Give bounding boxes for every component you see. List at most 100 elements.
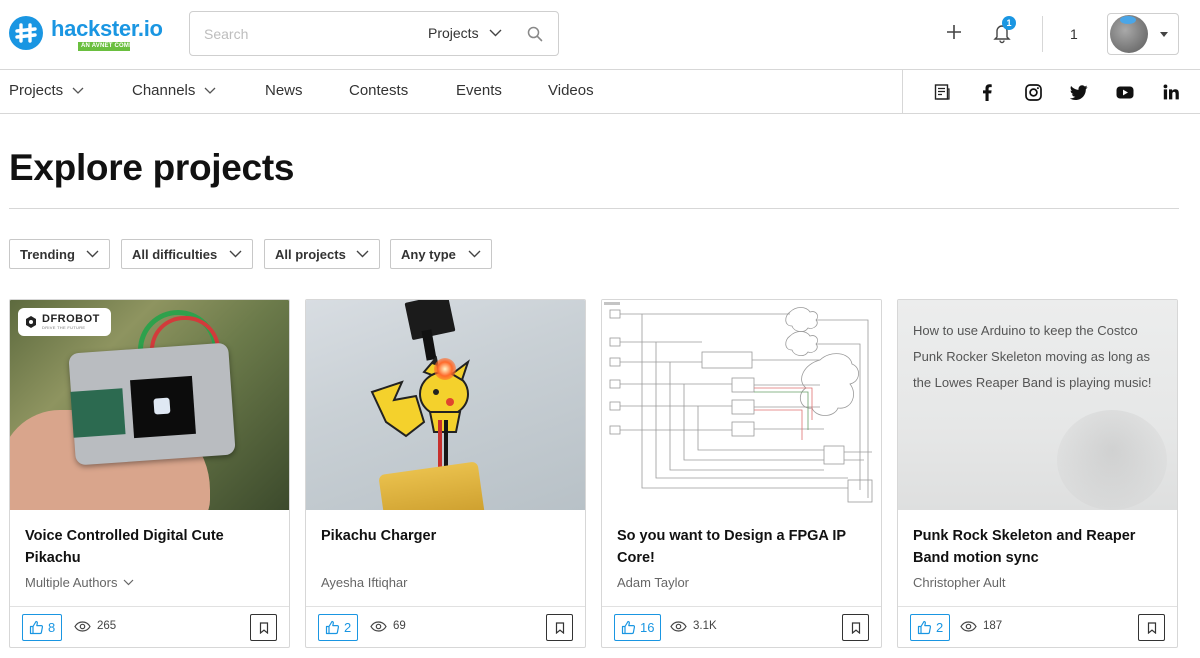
- project-author[interactable]: Adam Taylor: [617, 575, 689, 590]
- nav-item-contests[interactable]: Contests: [349, 82, 408, 99]
- search-scope-label: Projects: [428, 25, 479, 41]
- newsletter-icon[interactable]: [932, 82, 952, 102]
- chevron-down-icon: [204, 87, 216, 94]
- project-thumbnail[interactable]: How to use Arduino to keep the Costco Pu…: [898, 300, 1177, 510]
- dfrobot-badge-subtext: DRIVE THE FUTURE: [42, 325, 86, 330]
- like-button[interactable]: 16: [614, 614, 662, 641]
- type-filter-dropdown[interactable]: Any type: [390, 239, 492, 269]
- project-card: DFROBOT DRIVE THE FUTURE Voice Controlle…: [9, 299, 290, 648]
- chevron-down-icon: [468, 250, 481, 258]
- views-value: 3.1K: [693, 620, 717, 632]
- search-icon[interactable]: [526, 25, 544, 43]
- like-count: 8: [48, 620, 56, 635]
- like-button[interactable]: 8: [22, 614, 63, 641]
- logo-tagline: AN AVNET COMMUNITY: [78, 42, 153, 51]
- nav-item-label: Channels: [132, 82, 196, 99]
- project-thumbnail[interactable]: [602, 300, 881, 510]
- bookmark-button[interactable]: [250, 614, 277, 641]
- facebook-icon[interactable]: [977, 82, 997, 102]
- views-value: 69: [393, 620, 406, 632]
- project-author[interactable]: Christopher Ault: [913, 575, 1006, 590]
- project-thumbnail[interactable]: DFROBOT DRIVE THE FUTURE: [10, 300, 289, 510]
- reputation-count[interactable]: 1: [1070, 26, 1078, 42]
- search-bar: Projects: [189, 11, 559, 56]
- project-title[interactable]: Voice Controlled Digital Cute Pikachu: [25, 525, 275, 569]
- sort-filter-dropdown[interactable]: Trending: [9, 239, 110, 269]
- dfrobot-logo-icon: [24, 315, 38, 329]
- notification-badge: 1: [1002, 16, 1016, 30]
- header-divider: [1042, 16, 1043, 52]
- bookmark-icon: [1147, 621, 1156, 634]
- nav-item-label: Projects: [9, 82, 64, 99]
- thumbs-up-icon: [621, 620, 636, 635]
- project-scope-filter-dropdown[interactable]: All projects: [264, 239, 380, 269]
- project-summary: How to use Arduino to keep the Costco Pu…: [913, 323, 1152, 390]
- bookmark-button[interactable]: [546, 614, 573, 641]
- fpga-block-diagram: [604, 302, 873, 503]
- filter-label: All projects: [275, 246, 346, 262]
- bookmark-button[interactable]: [1138, 614, 1165, 641]
- thumbnail-detail: [1057, 410, 1167, 510]
- author-name: Multiple Authors: [25, 575, 118, 590]
- like-button[interactable]: 2: [318, 614, 359, 641]
- chevron-down-icon: [86, 250, 99, 258]
- views-value: 265: [97, 620, 117, 632]
- views-value: 187: [983, 620, 1003, 632]
- dfrobot-badge-text: DFROBOT: [42, 313, 100, 325]
- add-icon[interactable]: [944, 22, 964, 42]
- chevron-down-icon: [489, 29, 502, 37]
- bookmark-button[interactable]: [842, 614, 869, 641]
- avatar: [1110, 15, 1148, 53]
- project-card: So you want to Design a FPGA IP Core! Ad…: [601, 299, 882, 648]
- thumbs-up-icon: [917, 620, 932, 635]
- search-input[interactable]: [204, 24, 404, 44]
- search-scope-dropdown[interactable]: Projects: [428, 25, 502, 41]
- instagram-icon[interactable]: [1023, 82, 1043, 102]
- bookmark-icon: [259, 621, 268, 634]
- view-count: 265: [74, 620, 116, 632]
- eye-icon: [74, 620, 91, 632]
- eye-icon: [370, 620, 387, 632]
- linkedin-icon[interactable]: [1161, 82, 1181, 102]
- thumbnail-detail: [370, 355, 470, 438]
- hackster-logo[interactable]: hackster.io AN AVNET COMMUNITY: [9, 16, 163, 51]
- thumbs-up-icon: [325, 620, 340, 635]
- like-count: 2: [344, 620, 352, 635]
- nav-item-videos[interactable]: Videos: [548, 82, 594, 99]
- nav-item-news[interactable]: News: [265, 82, 303, 99]
- twitter-icon[interactable]: [1069, 82, 1089, 102]
- chevron-down-icon: [123, 579, 133, 586]
- eye-icon: [670, 620, 687, 632]
- nav-item-label: News: [265, 82, 303, 99]
- logo-name: hackster.io: [51, 16, 163, 41]
- chevron-down-icon: [356, 250, 369, 258]
- card-divider: [306, 606, 585, 607]
- view-count: 187: [960, 620, 1002, 632]
- hackster-logo-icon: [9, 16, 43, 50]
- view-count: 69: [370, 620, 406, 632]
- project-card: Pikachu Charger Ayesha Iftiqhar 2 69: [305, 299, 586, 648]
- thumbnail-detail: [70, 388, 126, 438]
- user-menu-button[interactable]: [1107, 13, 1179, 55]
- nav-item-events[interactable]: Events: [456, 82, 502, 99]
- view-count: 3.1K: [670, 620, 717, 632]
- nav-item-channels[interactable]: Channels: [132, 82, 216, 99]
- page-title: Explore projects: [9, 147, 295, 188]
- like-button[interactable]: 2: [910, 614, 951, 641]
- nav-item-label: Events: [456, 82, 502, 99]
- nav-item-projects[interactable]: Projects: [9, 82, 84, 99]
- difficulty-filter-dropdown[interactable]: All difficulties: [121, 239, 253, 269]
- project-thumbnail[interactable]: [306, 300, 585, 510]
- bookmark-icon: [851, 621, 860, 634]
- author-name: Adam Taylor: [617, 575, 690, 590]
- project-card: How to use Arduino to keep the Costco Pu…: [897, 299, 1178, 648]
- project-title[interactable]: Pikachu Charger: [321, 525, 571, 547]
- eye-icon: [960, 620, 977, 632]
- youtube-icon[interactable]: [1115, 82, 1135, 102]
- dfrobot-badge: DFROBOT DRIVE THE FUTURE: [18, 308, 111, 336]
- project-title[interactable]: So you want to Design a FPGA IP Core!: [617, 525, 867, 569]
- chevron-down-icon: [229, 250, 242, 258]
- project-title[interactable]: Punk Rock Skeleton and Reaper Band motio…: [913, 525, 1163, 569]
- project-author[interactable]: Multiple Authors: [25, 575, 134, 590]
- project-author[interactable]: Ayesha Iftiqhar: [321, 575, 407, 590]
